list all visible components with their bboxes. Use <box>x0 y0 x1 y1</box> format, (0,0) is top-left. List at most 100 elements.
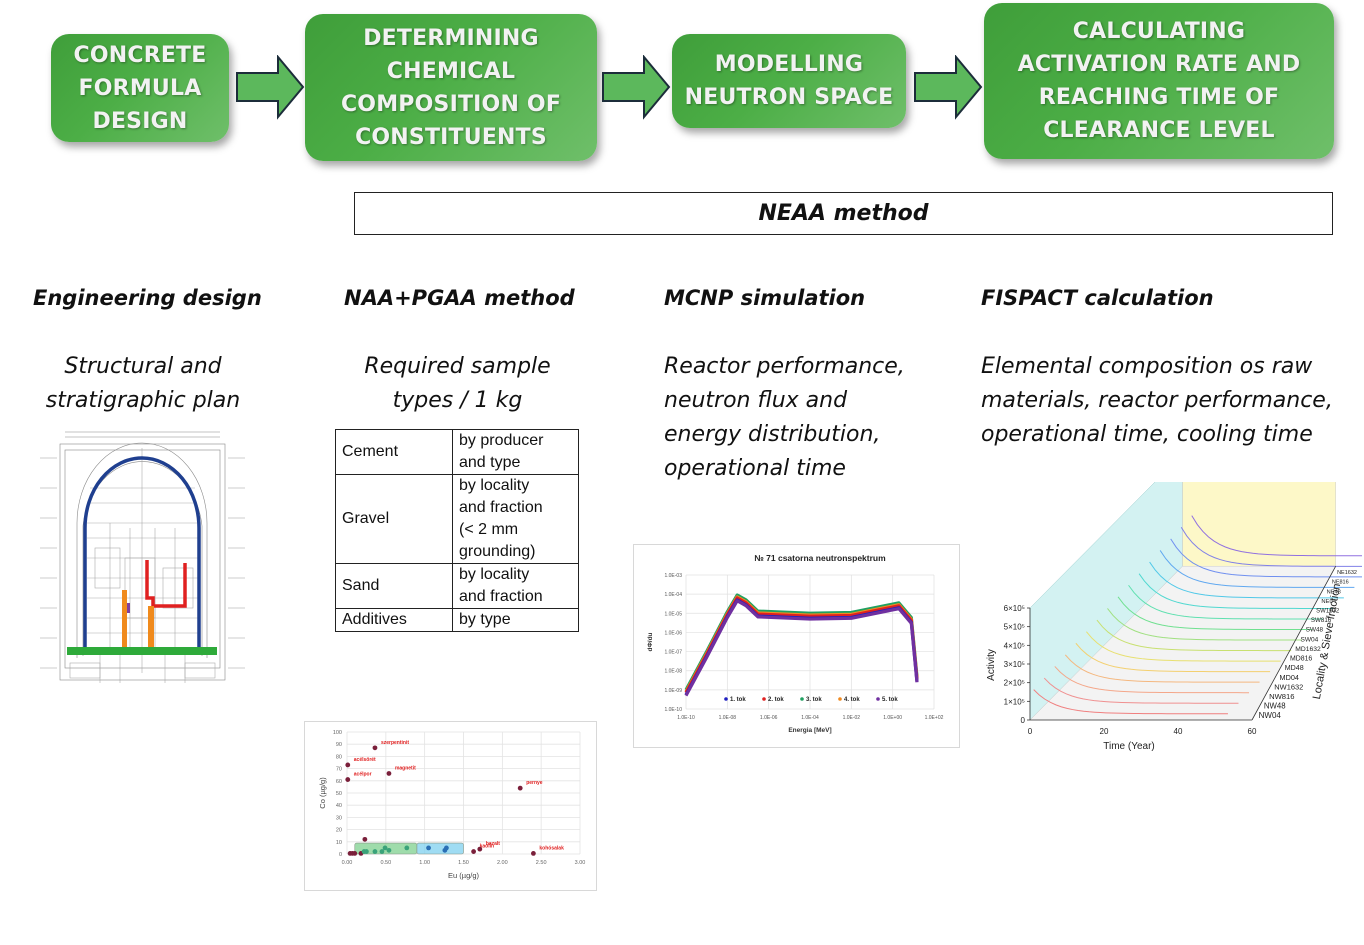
legend-marker <box>838 697 842 701</box>
x-tick-label: 1.0E+00 <box>883 715 902 721</box>
orange-shield-left <box>122 590 127 648</box>
y-tick-label: 1.0E-08 <box>664 669 682 675</box>
y-tick-label: 1.0E-03 <box>664 573 682 579</box>
neaa-method-label: NEAA method <box>758 201 929 226</box>
legend-label: 1. tok <box>730 697 746 703</box>
column-desc-engineering: Structural and stratigraphic plan <box>45 354 241 413</box>
column-title-engineering: Engineering design <box>33 286 262 310</box>
x-tick-label: 0 <box>1028 727 1033 736</box>
data-point <box>372 849 378 854</box>
x-tick-label: 0.00 <box>342 860 353 866</box>
data-point <box>364 849 369 854</box>
arrow-right-icon <box>914 55 983 120</box>
table-row: Sand by locality and fraction <box>335 563 579 609</box>
data-point <box>386 771 392 776</box>
y-axis-label: dΦ/du <box>647 632 654 651</box>
sample-types-table: Cement by producer and type Gravel by loca… <box>335 429 579 632</box>
legend-label: 4. tok <box>844 697 860 703</box>
x-tick-label: 1.0E-04 <box>801 715 819 721</box>
flow-step-label: CONCRETE FORMULA DESIGN <box>73 42 207 134</box>
column-desc-naa-pgaa: Required sample types / 1 kg <box>364 354 551 413</box>
legend-marker <box>800 697 804 701</box>
legend-label: 5. tok <box>882 697 898 703</box>
column-title-naa-pgaa: NAA+PGAA method <box>344 286 575 310</box>
data-point <box>404 845 410 851</box>
column-title-mcnp: MCNP simulation <box>664 286 866 310</box>
y-tick-label: 6×10⁵ <box>1004 604 1025 613</box>
eu-co-scatter-panel: 0 10 20 30 40 50 60 70 80 90 100 0.00 0.50 1.00 1.50 2.… <box>304 721 597 891</box>
column-title-fispact: FISPACT calculation <box>981 286 1214 310</box>
data-point <box>386 847 392 853</box>
y-tick-label: 100 <box>333 730 342 736</box>
data-point <box>352 850 358 856</box>
y-tick-label: 1.0E-05 <box>664 611 682 617</box>
table-cell-criteria: by producer and type <box>452 429 579 475</box>
data-label: magnetit <box>395 765 416 771</box>
flow-step-chemical-composition: DETERMINING CHEMICAL COMPOSITION OF CONS… <box>305 14 597 161</box>
y-tick-label: 2×10⁵ <box>1004 679 1025 688</box>
reactor-cross-section-drawing <box>35 428 250 686</box>
neutron-spectrum-chart: № 71 csatorna neutronspektrum 1.0E-03 1.0E… <box>647 553 944 734</box>
table-row: Additives by type <box>335 608 579 632</box>
legend-label: 2. tok <box>768 697 784 703</box>
x-tick-label: 2.00 <box>497 860 508 866</box>
table-cell-material: Sand <box>335 563 453 609</box>
data-label: pernye <box>526 780 543 786</box>
z-tick-label: NW04 <box>1259 711 1282 720</box>
arrow-right-icon <box>236 55 305 120</box>
y-tick-label: 50 <box>336 791 342 797</box>
y-tick-label: 0 <box>1021 716 1026 725</box>
data-label: acélsörét <box>354 757 376 763</box>
data-label: szerpentinit <box>381 740 409 746</box>
column-desc-mcnp: Reactor performance, neutron flux and en… <box>664 354 905 481</box>
x-tick-label: 60 <box>1248 727 1257 736</box>
table-cell-criteria: by locality and fraction <box>452 563 579 609</box>
data-point <box>531 850 536 856</box>
z-tick-label: NW1632 <box>1274 682 1303 691</box>
arrow-right-icon <box>602 55 671 120</box>
data-point <box>517 785 523 791</box>
y-tick-label: 1×10⁵ <box>1004 697 1025 706</box>
x-tick-label: 1.0E+02 <box>925 715 944 721</box>
data-point <box>345 777 351 782</box>
z-tick-label: NE1632 <box>1337 570 1357 576</box>
y-tick-label: 60 <box>336 779 342 785</box>
data-label: bazalt <box>486 841 501 847</box>
z-tick-label: NW48 <box>1264 702 1286 711</box>
flow-step-label: CALCULATING ACTIVATION RATE AND REACHING… <box>1017 19 1301 143</box>
neutron-spectrum-panel: № 71 csatorna neutronspektrum 1.0E-03 1.0E… <box>633 544 960 748</box>
y-tick-label: 1.0E-09 <box>664 688 682 694</box>
flow-step-label: MODELLING NEUTRON SPACE <box>684 52 894 110</box>
x-tick-label: 1.0E-06 <box>760 715 778 721</box>
x-tick-label: 3.00 <box>575 860 586 866</box>
table-cell-material: Cement <box>335 429 453 475</box>
activity-3d-panel: 0 1×10⁵ 2×10⁵ 3×10⁵ 4×10⁵ 5×10⁵ 6×10⁵ 0 20 40 60 Ti… <box>982 453 1364 757</box>
chart-title: № 71 csatorna neutronspektrum <box>754 553 886 563</box>
z-tick-label: MD48 <box>1285 664 1304 672</box>
table-row: Cement by producer and type <box>335 429 579 475</box>
legend-label: 3. tok <box>806 697 822 703</box>
y-axis-label: Activity <box>986 649 997 681</box>
table-cell-criteria: by locality and fraction (< 2 mm groundi… <box>452 474 579 564</box>
y-tick-label: 1.0E-07 <box>664 650 682 656</box>
z-tick-label: MD04 <box>1280 673 1299 682</box>
y-tick-label: 1.0E-04 <box>664 592 682 598</box>
neaa-method-box: NEAA method <box>354 192 1333 235</box>
x-tick-label: 1.0E-10 <box>677 715 695 721</box>
z-tick-label: SW04 <box>1300 636 1318 643</box>
y-tick-label: 1.0E-06 <box>664 630 682 636</box>
data-point <box>372 745 378 751</box>
x-tick-label: 1.0E-02 <box>843 715 861 721</box>
x-tick-label: 1.0E-08 <box>719 715 737 721</box>
data-label: acélpor <box>354 772 372 778</box>
data-point <box>362 836 368 842</box>
x-axis-label: Energia [MeV] <box>788 727 831 734</box>
x-axis-label: Eu (µg/g) <box>448 871 480 880</box>
legend-marker <box>762 697 766 701</box>
z-tick-label: MD816 <box>1290 656 1312 663</box>
y-tick-label: 1.0E-10 <box>664 707 682 713</box>
x-tick-label: 40 <box>1174 727 1183 736</box>
x-axis-label: Time (Year) <box>1103 741 1155 752</box>
x-tick-label: 1.00 <box>419 860 430 866</box>
activity-3d-chart: 0 1×10⁵ 2×10⁵ 3×10⁵ 4×10⁵ 5×10⁵ 6×10⁵ 0 20 40 60 Ti… <box>986 453 1364 752</box>
